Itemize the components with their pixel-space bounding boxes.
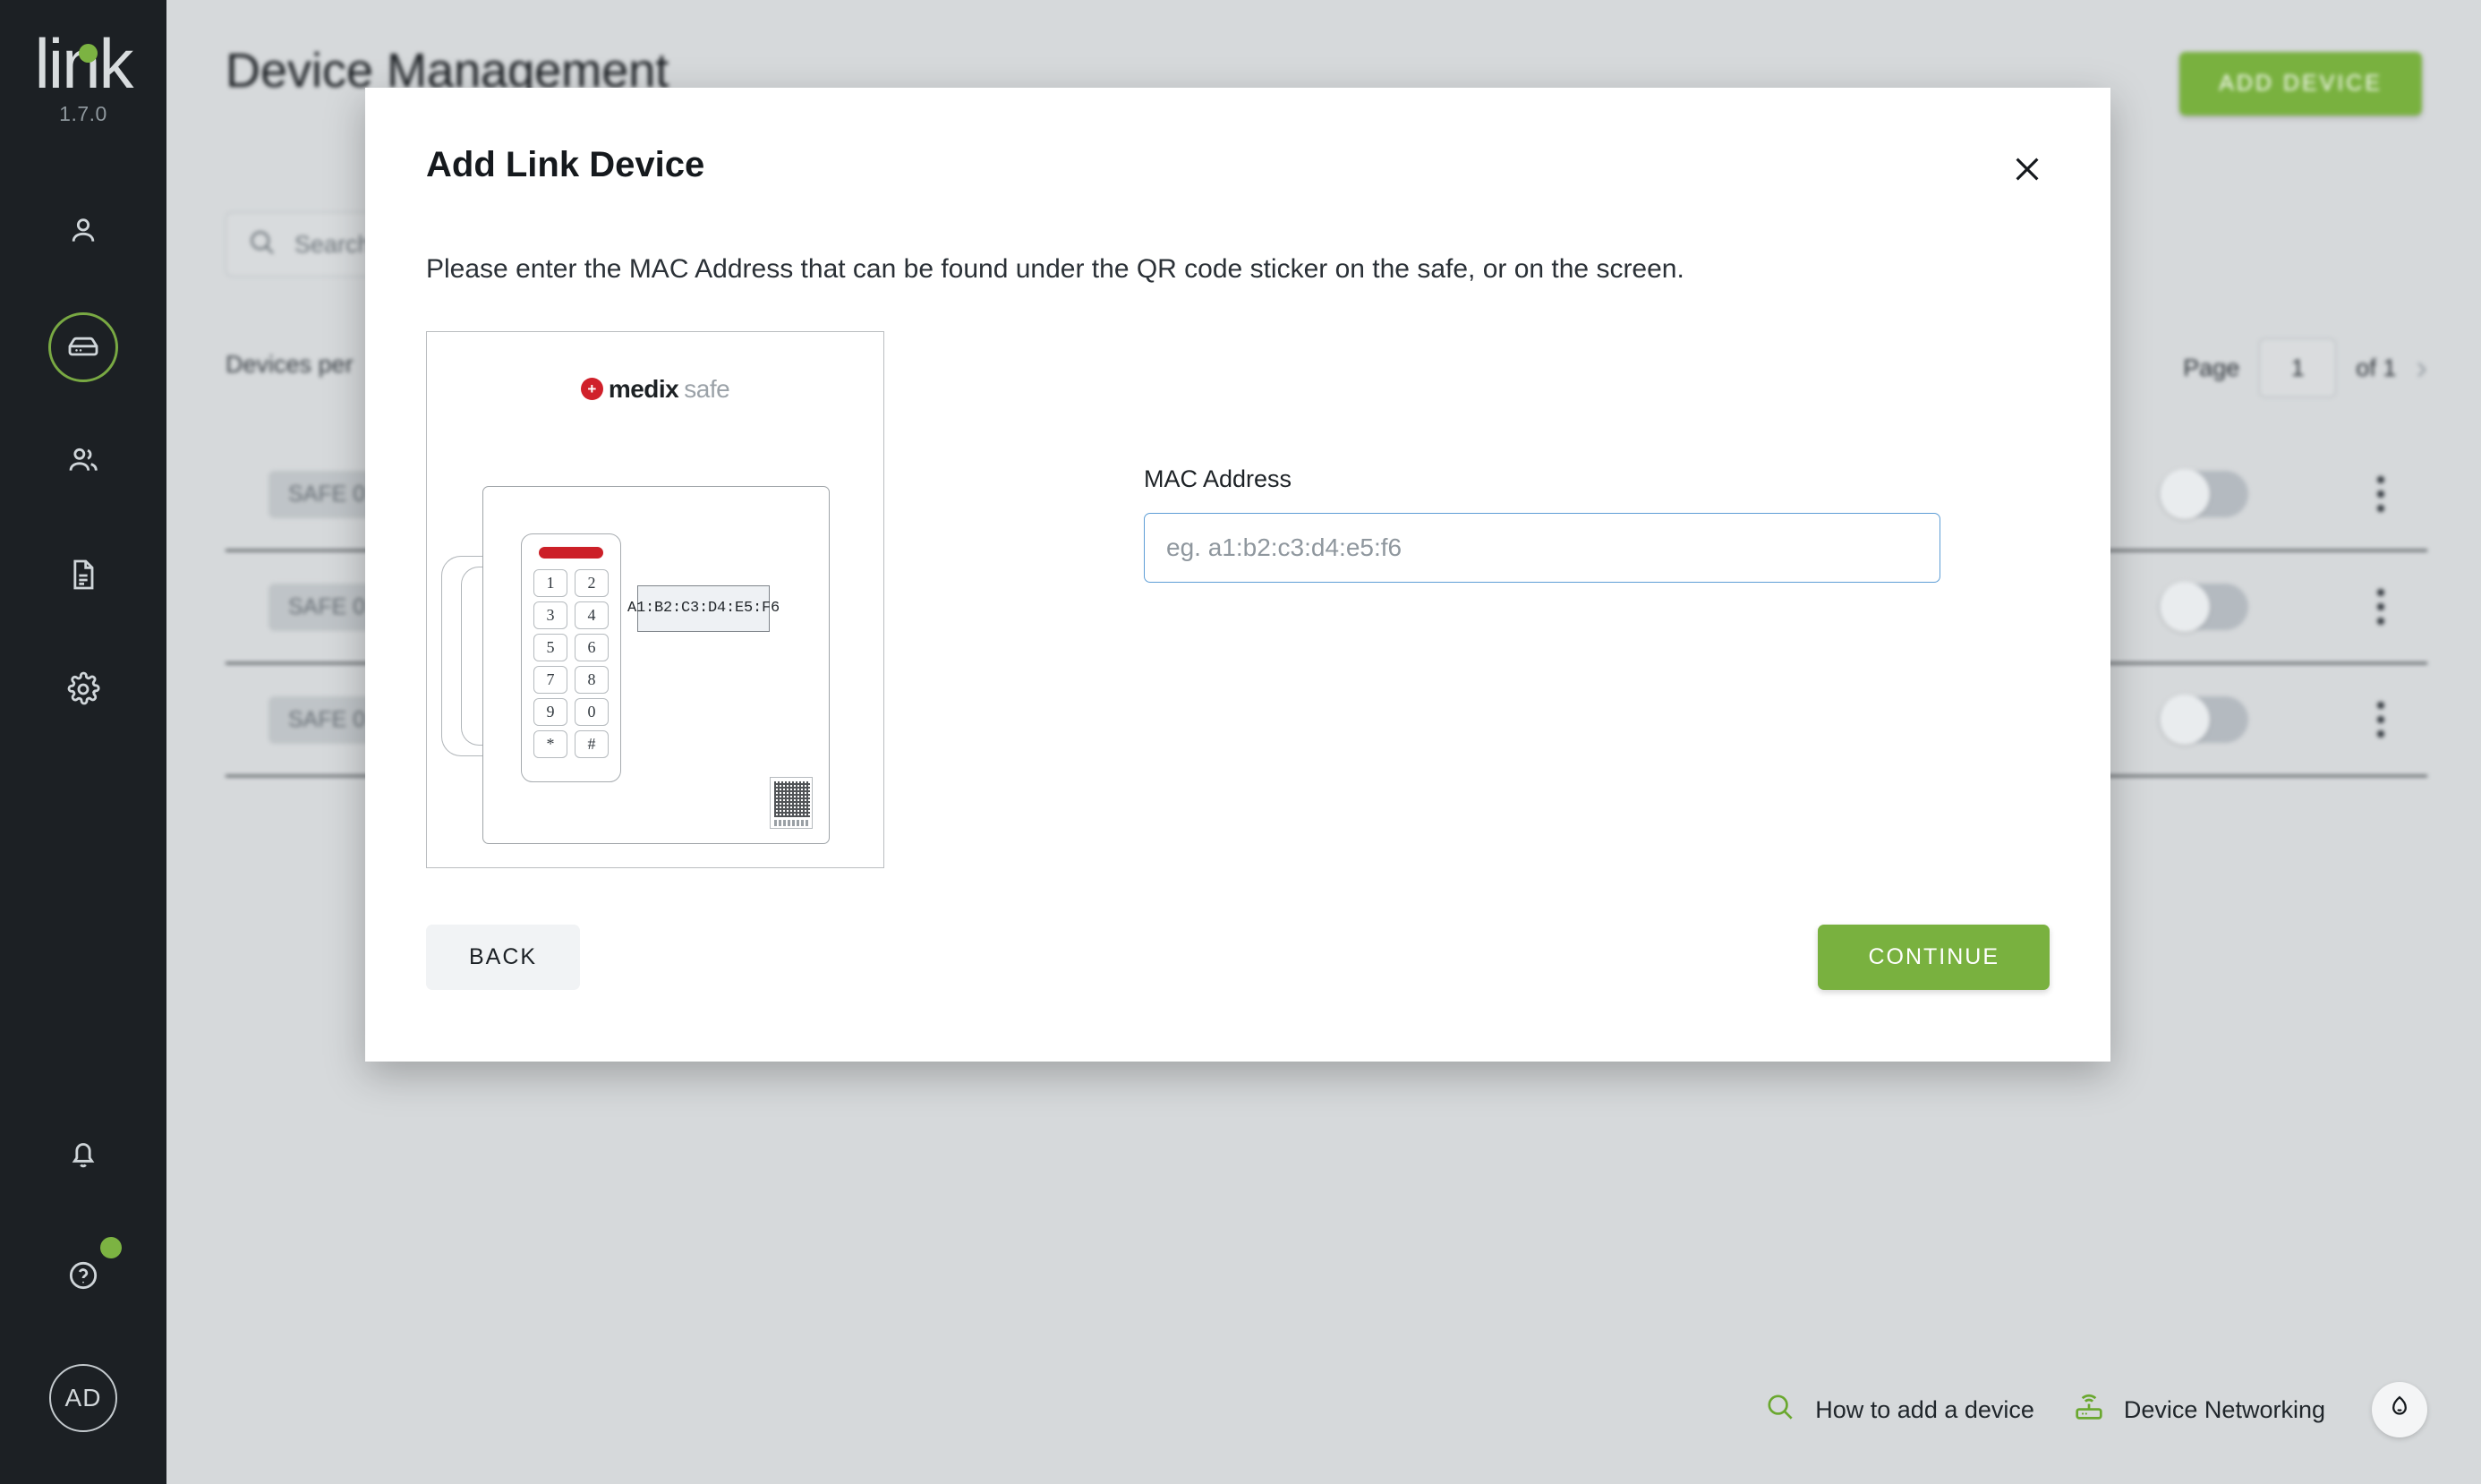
sidebar-nav bbox=[0, 198, 166, 726]
keypad-key: 1 bbox=[533, 568, 567, 597]
router-icon bbox=[2072, 1390, 2106, 1430]
qr-sticker-caption bbox=[774, 819, 808, 826]
sidebar-item-reports[interactable] bbox=[48, 542, 118, 611]
search-icon bbox=[246, 226, 278, 263]
add-device-button[interactable]: ADD DEVICE bbox=[2179, 52, 2422, 115]
device-networking-label: Device Networking bbox=[2123, 1395, 2325, 1423]
sidebar-item-devices[interactable] bbox=[48, 312, 118, 383]
page-footer: How to add a device Device Networking bbox=[1763, 1382, 2427, 1437]
row-menu-button[interactable] bbox=[2377, 702, 2384, 738]
sidebar-item-settings[interactable] bbox=[48, 656, 118, 726]
medical-cross-icon: + bbox=[580, 378, 603, 400]
device-enable-toggle[interactable] bbox=[2159, 582, 2248, 632]
bell-icon bbox=[65, 1136, 101, 1176]
sidebar: link 1.7.0 AD bbox=[0, 0, 166, 1484]
user-icon bbox=[65, 213, 101, 253]
sidebar-item-users[interactable] bbox=[48, 427, 118, 497]
modal-footer: BACK CONTINUE bbox=[426, 925, 2050, 990]
help-circle-icon bbox=[65, 1258, 101, 1298]
chevron-right-icon[interactable]: › bbox=[2416, 349, 2427, 388]
app-version: 1.7.0 bbox=[59, 102, 107, 126]
device-enable-toggle[interactable] bbox=[2159, 469, 2248, 519]
sidebar-item-profile[interactable] bbox=[48, 198, 118, 268]
help-button[interactable] bbox=[48, 1237, 122, 1312]
safe-door: 1 2 3 4 5 6 7 8 9 0 * # A1:B2:C3:D4:E5:F… bbox=[482, 485, 830, 844]
brand-primary: medix bbox=[608, 374, 679, 403]
safe-icon bbox=[65, 328, 101, 368]
help-notification-badge bbox=[100, 1237, 122, 1258]
keypad-key: # bbox=[575, 729, 609, 758]
modal-subtitle: Please enter the MAC Address that can be… bbox=[426, 254, 1684, 284]
safe-body: + medix safe 1 2 3 4 5 6 7 8 9 0 * # A1:… bbox=[426, 330, 884, 868]
chat-avatar-icon bbox=[2384, 1393, 2415, 1428]
modal-body: + medix safe 1 2 3 4 5 6 7 8 9 0 * # A1:… bbox=[426, 330, 2050, 868]
row-menu-button[interactable] bbox=[2377, 476, 2384, 512]
close-button[interactable] bbox=[2005, 147, 2050, 196]
safe-illustration: + medix safe 1 2 3 4 5 6 7 8 9 0 * # A1:… bbox=[426, 330, 884, 868]
document-icon bbox=[65, 557, 101, 597]
qr-code-icon bbox=[774, 780, 810, 817]
keypad-key: 2 bbox=[575, 568, 609, 597]
safe-display: A1:B2:C3:D4:E5:F6 bbox=[627, 584, 780, 632]
how-to-add-device-label: How to add a device bbox=[1815, 1395, 2034, 1423]
users-icon bbox=[65, 442, 101, 482]
gear-icon bbox=[65, 671, 101, 712]
mac-address-input[interactable] bbox=[1144, 512, 1940, 583]
keypad-key: 4 bbox=[575, 601, 609, 629]
search-icon bbox=[1763, 1390, 1797, 1430]
mac-address-form: MAC Address bbox=[884, 331, 2050, 868]
device-enable-toggle[interactable] bbox=[2159, 695, 2248, 745]
page-total-label: of 1 bbox=[2356, 354, 2397, 381]
close-icon bbox=[2008, 158, 2046, 192]
keypad-key: 7 bbox=[533, 665, 567, 694]
row-menu-button[interactable] bbox=[2377, 589, 2384, 625]
keypad-key: * bbox=[533, 729, 567, 758]
add-link-device-modal: Add Link Device Please enter the MAC Add… bbox=[365, 88, 2110, 1062]
keypad-key: 9 bbox=[533, 697, 567, 726]
keypad-key: 8 bbox=[575, 665, 609, 694]
devices-per-page-label: Devices per bbox=[226, 351, 354, 378]
avatar[interactable]: AD bbox=[49, 1364, 117, 1432]
pagination: Page 1 of 1 › bbox=[2183, 338, 2427, 397]
keypad-key: 6 bbox=[575, 633, 609, 661]
mac-address-label: MAC Address bbox=[1144, 465, 1292, 492]
page-number-input[interactable]: 1 bbox=[2259, 338, 2337, 397]
keypad-key: 5 bbox=[533, 633, 567, 661]
modal-title: Add Link Device bbox=[426, 145, 705, 184]
page-label: Page bbox=[2183, 354, 2240, 381]
chat-widget-button[interactable] bbox=[2372, 1382, 2427, 1437]
app-root: link 1.7.0 AD Device Management ADD DEVI… bbox=[0, 0, 2481, 1484]
sidebar-bottom: AD bbox=[0, 1121, 166, 1432]
qr-code-sticker bbox=[770, 776, 813, 829]
app-logo: link 1.7.0 bbox=[34, 24, 133, 126]
safe-keypad: 1 2 3 4 5 6 7 8 9 0 * # bbox=[521, 533, 621, 782]
device-networking-link[interactable]: Device Networking bbox=[2072, 1390, 2325, 1430]
keypad-keys: 1 2 3 4 5 6 7 8 9 0 * # bbox=[522, 568, 620, 758]
keypad-key: 0 bbox=[575, 697, 609, 726]
how-to-add-device-link[interactable]: How to add a device bbox=[1763, 1390, 2034, 1430]
medixsafe-logo: + medix safe bbox=[427, 375, 883, 404]
search-placeholder: Search bbox=[294, 230, 371, 258]
continue-button[interactable]: CONTINUE bbox=[1818, 925, 2050, 990]
led-indicator bbox=[539, 546, 603, 559]
brand-secondary: safe bbox=[684, 374, 730, 403]
keypad-key: 3 bbox=[533, 601, 567, 629]
notifications-button[interactable] bbox=[48, 1121, 118, 1190]
back-button[interactable]: BACK bbox=[426, 925, 581, 990]
logo-text: link bbox=[34, 24, 133, 103]
modal-header: Add Link Device bbox=[426, 88, 2050, 196]
